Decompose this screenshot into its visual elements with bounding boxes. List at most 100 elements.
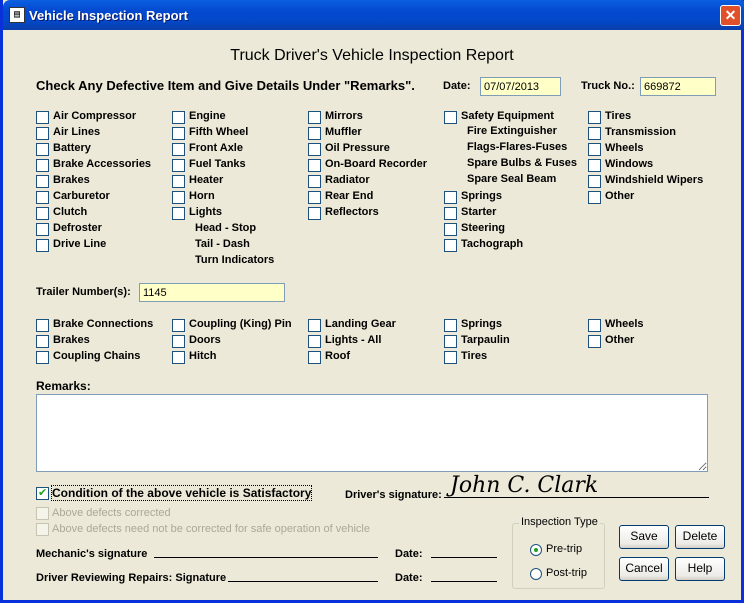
driver-signature[interactable]: John C. Clark xyxy=(450,473,598,498)
trailer-item-doors-checkbox[interactable] xyxy=(172,335,185,348)
truck-item-lights-checkbox[interactable] xyxy=(172,207,185,220)
truck-item-wheels-checkbox[interactable] xyxy=(588,143,601,156)
remarks-textarea[interactable] xyxy=(36,394,708,472)
truck-item-rear-end-label[interactable]: Rear End xyxy=(325,190,373,202)
trailer-item-hitch-label[interactable]: Hitch xyxy=(189,350,217,362)
trailer-item-doors-label[interactable]: Doors xyxy=(189,334,221,346)
truck-item-muffler-label[interactable]: Muffler xyxy=(325,126,362,138)
truck-item-radiator-label[interactable]: Radiator xyxy=(325,174,370,186)
truck-item-heater-label[interactable]: Heater xyxy=(189,174,223,186)
truck-item-engine-checkbox[interactable] xyxy=(172,111,185,124)
mechanic-date-line[interactable] xyxy=(431,557,497,558)
trailer-number-input[interactable] xyxy=(139,283,285,302)
trailer-item-tires-checkbox[interactable] xyxy=(444,351,457,364)
truck-item-springs-checkbox[interactable] xyxy=(444,191,457,204)
truck-item-safety-equipment-checkbox[interactable] xyxy=(444,111,457,124)
date-input[interactable] xyxy=(480,77,561,96)
truck-item-reflectors-label[interactable]: Reflectors xyxy=(325,206,379,218)
trailer-item-landing-gear-checkbox[interactable] xyxy=(308,319,321,332)
truck-item-defroster-label[interactable]: Defroster xyxy=(53,222,102,234)
truck-item-fifth-wheel-label[interactable]: Fifth Wheel xyxy=(189,126,248,138)
truck-item-clutch-checkbox[interactable] xyxy=(36,207,49,220)
truck-item-air-lines-checkbox[interactable] xyxy=(36,127,49,140)
delete-button[interactable]: Delete xyxy=(675,525,725,549)
truck-item-engine-label[interactable]: Engine xyxy=(189,110,226,122)
truck-item-safety-equipment-label[interactable]: Safety Equipment xyxy=(461,110,554,122)
trailer-item-coupling-king-pin-checkbox[interactable] xyxy=(172,319,185,332)
truck-item-rear-end-checkbox[interactable] xyxy=(308,191,321,204)
truck-item-oil-pressure-label[interactable]: Oil Pressure xyxy=(325,142,390,154)
truck-item-oil-pressure-checkbox[interactable] xyxy=(308,143,321,156)
pre-trip-label[interactable]: Pre-trip xyxy=(546,543,582,555)
trailer-item-springs-label[interactable]: Springs xyxy=(461,318,502,330)
truck-item-windows-label[interactable]: Windows xyxy=(605,158,653,170)
truck-item-lights-label[interactable]: Lights xyxy=(189,206,222,218)
truck-item-drive-line-checkbox[interactable] xyxy=(36,239,49,252)
truck-item-battery-label[interactable]: Battery xyxy=(53,142,91,154)
post-trip-label[interactable]: Post-trip xyxy=(546,567,587,579)
truck-item-transmission-checkbox[interactable] xyxy=(588,127,601,140)
close-button[interactable]: ✕ xyxy=(720,5,741,26)
trailer-item-hitch-checkbox[interactable] xyxy=(172,351,185,364)
truck-item-windshield-wipers-label[interactable]: Windshield Wipers xyxy=(605,174,703,186)
truck-item-air-compressor-checkbox[interactable] xyxy=(36,111,49,124)
truck-item-other-label[interactable]: Other xyxy=(605,190,634,202)
truck-item-steering-label[interactable]: Steering xyxy=(461,222,505,234)
truck-item-brake-accessories-checkbox[interactable] xyxy=(36,159,49,172)
truck-item-wheels-label[interactable]: Wheels xyxy=(605,142,644,154)
trailer-item-lights-all-checkbox[interactable] xyxy=(308,335,321,348)
truck-item-front-axle-checkbox[interactable] xyxy=(172,143,185,156)
trailer-item-brake-connections-label[interactable]: Brake Connections xyxy=(53,318,153,330)
trailer-item-brakes-label[interactable]: Brakes xyxy=(53,334,90,346)
trailer-item-other-checkbox[interactable] xyxy=(588,335,601,348)
truck-item-tires-label[interactable]: Tires xyxy=(605,110,631,122)
pre-trip-radio[interactable] xyxy=(530,544,542,556)
trailer-item-roof-label[interactable]: Roof xyxy=(325,350,350,362)
trailer-item-springs-checkbox[interactable] xyxy=(444,319,457,332)
trailer-item-tarpaulin-label[interactable]: Tarpaulin xyxy=(461,334,510,346)
trailer-item-roof-checkbox[interactable] xyxy=(308,351,321,364)
trailer-item-wheels-checkbox[interactable] xyxy=(588,319,601,332)
truck-item-horn-checkbox[interactable] xyxy=(172,191,185,204)
satisfactory-label[interactable]: Condition of the above vehicle is Satisf… xyxy=(50,485,313,501)
post-trip-radio[interactable] xyxy=(530,568,542,580)
truck-item-brake-accessories-label[interactable]: Brake Accessories xyxy=(53,158,151,170)
trailer-item-tires-label[interactable]: Tires xyxy=(461,350,487,362)
truck-item-carburetor-checkbox[interactable] xyxy=(36,191,49,204)
app-icon[interactable]: ▤ xyxy=(9,7,25,23)
trailer-item-tarpaulin-checkbox[interactable] xyxy=(444,335,457,348)
truck-item-fuel-tanks-label[interactable]: Fuel Tanks xyxy=(189,158,246,170)
truck-item-radiator-checkbox[interactable] xyxy=(308,175,321,188)
truck-item-tachograph-label[interactable]: Tachograph xyxy=(461,238,523,250)
reviewing-date-line[interactable] xyxy=(431,581,497,582)
truck-item-transmission-label[interactable]: Transmission xyxy=(605,126,676,138)
truck-item-steering-checkbox[interactable] xyxy=(444,223,457,236)
trailer-item-coupling-king-pin-label[interactable]: Coupling (King) Pin xyxy=(189,318,292,330)
truck-item-tires-checkbox[interactable] xyxy=(588,111,601,124)
truck-item-other-checkbox[interactable] xyxy=(588,191,601,204)
satisfactory-checkbox[interactable] xyxy=(36,486,49,500)
trailer-item-coupling-chains-label[interactable]: Coupling Chains xyxy=(53,350,140,362)
trailer-item-lights-all-label[interactable]: Lights - All xyxy=(325,334,381,346)
trailer-item-brake-connections-checkbox[interactable] xyxy=(36,319,49,332)
truck-item-drive-line-label[interactable]: Drive Line xyxy=(53,238,106,250)
truck-item-starter-checkbox[interactable] xyxy=(444,207,457,220)
truck-no-input[interactable] xyxy=(640,77,716,96)
truck-item-mirrors-label[interactable]: Mirrors xyxy=(325,110,363,122)
truck-item-battery-checkbox[interactable] xyxy=(36,143,49,156)
truck-item-air-lines-label[interactable]: Air Lines xyxy=(53,126,100,138)
truck-item-heater-checkbox[interactable] xyxy=(172,175,185,188)
truck-item-springs-label[interactable]: Springs xyxy=(461,190,502,202)
truck-item-fifth-wheel-checkbox[interactable] xyxy=(172,127,185,140)
truck-item-tachograph-checkbox[interactable] xyxy=(444,239,457,252)
trailer-item-landing-gear-label[interactable]: Landing Gear xyxy=(325,318,396,330)
help-button[interactable]: Help xyxy=(675,557,725,581)
cancel-button[interactable]: Cancel xyxy=(619,557,669,581)
truck-item-brakes-checkbox[interactable] xyxy=(36,175,49,188)
truck-item-brakes-label[interactable]: Brakes xyxy=(53,174,90,186)
truck-item-muffler-checkbox[interactable] xyxy=(308,127,321,140)
truck-item-clutch-label[interactable]: Clutch xyxy=(53,206,87,218)
truck-item-front-axle-label[interactable]: Front Axle xyxy=(189,142,243,154)
mechanic-signature-line[interactable] xyxy=(154,557,378,558)
trailer-item-other-label[interactable]: Other xyxy=(605,334,634,346)
